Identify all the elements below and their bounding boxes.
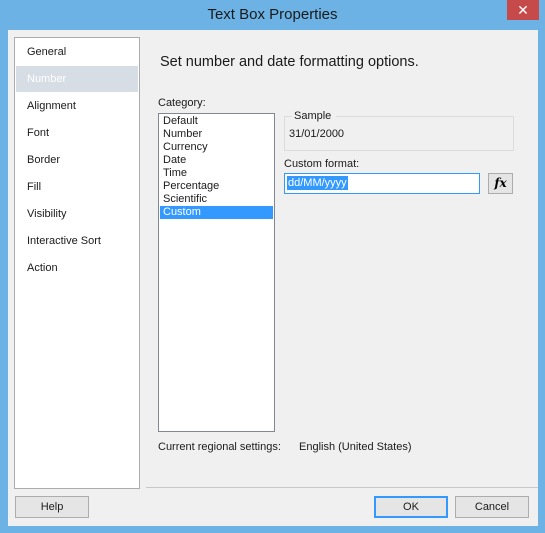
custom-format-label: Custom format: <box>284 158 360 170</box>
nav-item-interactive-sort[interactable]: Interactive Sort <box>16 228 138 254</box>
sample-label: Sample <box>294 110 332 122</box>
category-label: Category: <box>158 97 206 109</box>
window-title: Text Box Properties <box>207 6 338 23</box>
nav-item-action[interactable]: Action <box>16 255 138 281</box>
category-item-default[interactable]: Default <box>160 115 273 128</box>
category-item-time[interactable]: Time <box>160 167 273 180</box>
nav-item-font[interactable]: Font <box>16 120 138 146</box>
nav-item-alignment[interactable]: Alignment <box>16 93 138 119</box>
category-item-currency[interactable]: Currency <box>160 141 273 154</box>
nav-item-visibility[interactable]: Visibility <box>16 201 138 227</box>
help-button[interactable]: Help <box>15 496 89 518</box>
nav-item-fill[interactable]: Fill <box>16 174 138 200</box>
nav-item-border[interactable]: Border <box>16 147 138 173</box>
sample-group-border <box>284 116 292 117</box>
nav-list: General Number Alignment Font Border Fil… <box>14 37 140 489</box>
nav-item-general[interactable]: General <box>16 39 138 65</box>
dialog-client: General Number Alignment Font Border Fil… <box>8 30 538 526</box>
sample-group-border <box>336 116 514 117</box>
custom-format-value: dd/MM/yyyy <box>287 176 348 190</box>
regional-settings-label: Current regional settings: <box>158 441 281 453</box>
category-item-scientific[interactable]: Scientific <box>160 193 273 206</box>
sample-value: 31/01/2000 <box>289 128 345 140</box>
page-title: Set number and date formatting options. <box>160 54 419 70</box>
title-bar[interactable]: Text Box Properties ✕ <box>0 0 545 30</box>
category-item-date[interactable]: Date <box>160 154 273 167</box>
ok-button[interactable]: OK <box>374 496 448 518</box>
expression-button[interactable]: fx <box>488 173 513 194</box>
custom-format-input[interactable]: dd/MM/yyyy <box>284 173 480 194</box>
fx-icon: fx <box>494 176 507 190</box>
category-item-custom[interactable]: Custom <box>160 206 273 219</box>
cancel-button[interactable]: Cancel <box>455 496 529 518</box>
category-item-number[interactable]: Number <box>160 128 273 141</box>
close-button[interactable]: ✕ <box>507 0 539 20</box>
nav-item-number[interactable]: Number <box>16 66 138 92</box>
regional-settings-value: English (United States) <box>299 441 412 453</box>
dialog-window: Text Box Properties ✕ General Number Ali… <box>0 0 545 533</box>
close-icon: ✕ <box>517 2 529 18</box>
footer-divider <box>146 487 538 488</box>
category-listbox[interactable]: Default Number Currency Date Time Percen… <box>158 113 275 432</box>
category-item-percentage[interactable]: Percentage <box>160 180 273 193</box>
